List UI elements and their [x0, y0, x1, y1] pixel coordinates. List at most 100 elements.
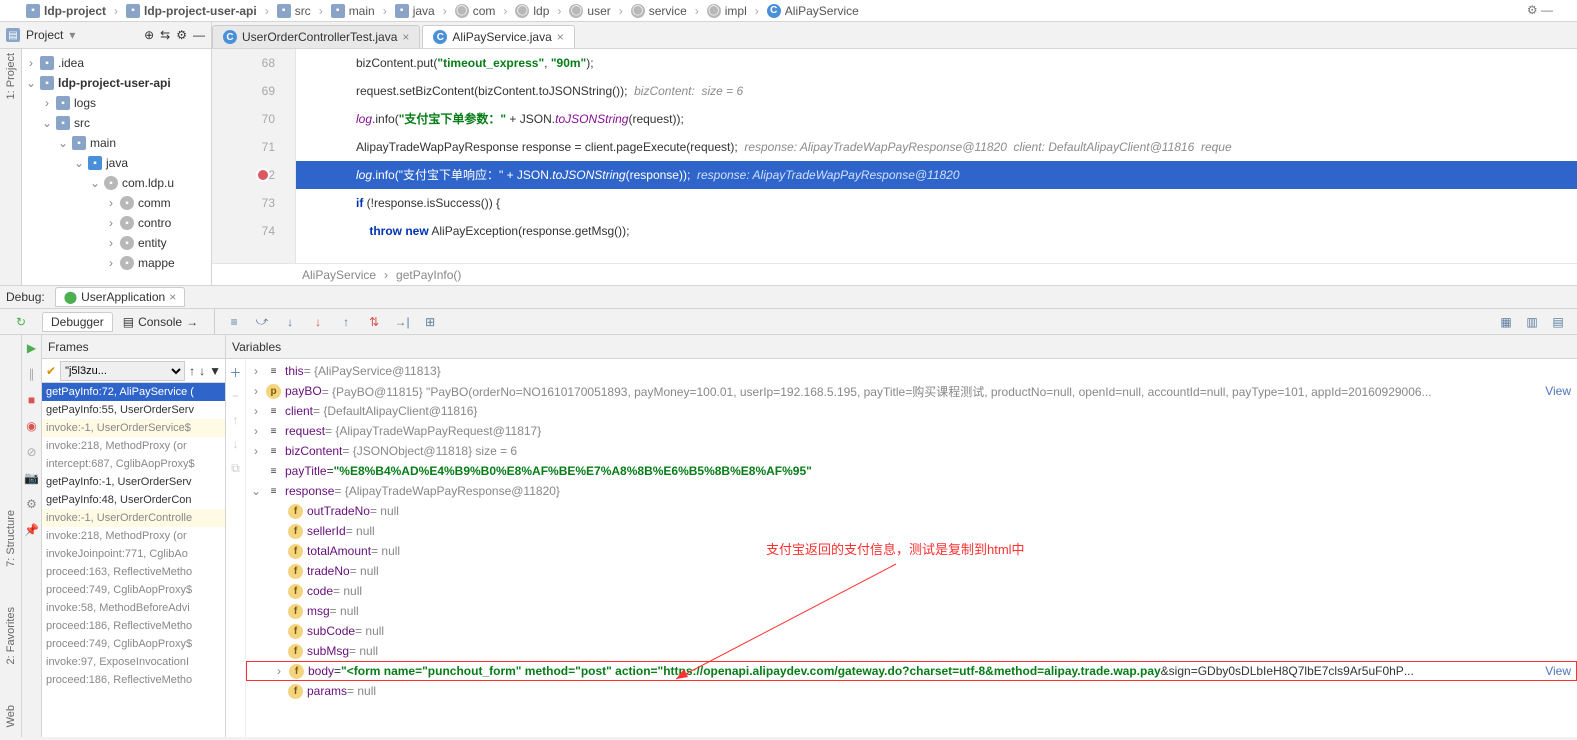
view-link[interactable]: View	[1545, 664, 1571, 678]
mute-icon[interactable]: ⊘	[23, 443, 41, 461]
breadcrumb-item[interactable]: ◯impl	[703, 4, 763, 18]
layout-icon[interactable]: ▤	[1549, 313, 1567, 331]
evaluate-icon[interactable]: ⊞	[421, 313, 439, 331]
sidetab-structure[interactable]: 7: Structure	[5, 510, 17, 567]
stack-frame[interactable]: invoke:58, MethodBeforeAdvi	[42, 599, 225, 617]
breadcrumb-item[interactable]: ◯service	[627, 4, 703, 18]
run-to-cursor-icon[interactable]: →|	[393, 313, 411, 331]
tree-node[interactable]: ›▪mappe	[22, 253, 211, 273]
stack-frame[interactable]: proceed:749, CglibAopProxy$	[42, 581, 225, 599]
breadcrumb-item[interactable]: ◯com	[451, 4, 512, 18]
add-watch-icon[interactable]: ＋	[227, 363, 245, 381]
code-line[interactable]: 69request.setBizContent(bizContent.toJSO…	[212, 77, 1577, 105]
gear-icon[interactable]: ⚙	[176, 28, 187, 42]
stack-frame[interactable]: intercept:687, CglibAopProxy$	[42, 455, 225, 473]
stack-frame[interactable]: proceed:163, ReflectiveMetho	[42, 563, 225, 581]
variable-row[interactable]: ftotalAmount = null	[246, 541, 1577, 561]
breakpoints-icon[interactable]: ◉	[23, 417, 41, 435]
gear-icon[interactable]: ⚙ —	[1527, 3, 1553, 17]
tree-node[interactable]: ⌄▪ldp-project-user-api	[22, 73, 211, 93]
tree-node[interactable]: ⌄▪src	[22, 113, 211, 133]
variable-row[interactable]: ›≡bizContent = {JSONObject@11818} size =…	[246, 441, 1577, 461]
thread-selector[interactable]: ✔ "j5l3zu... ↑ ↓ ▼	[42, 359, 225, 383]
sidetab-project[interactable]: 1: Project	[5, 53, 17, 99]
breadcrumb-item[interactable]: ▪main	[327, 4, 391, 18]
hide-icon[interactable]: —	[193, 28, 205, 42]
tree-node[interactable]: ›▪contro	[22, 213, 211, 233]
code-line[interactable]: 74 throw new AliPayException(response.ge…	[212, 217, 1577, 245]
variable-row[interactable]: fsellerId = null	[246, 521, 1577, 541]
sidetab-favorites[interactable]: 2: Favorites	[5, 607, 17, 664]
show-execution-icon[interactable]: ≡	[225, 313, 243, 331]
debug-config-tab[interactable]: ⬤ UserApplication ×	[55, 287, 186, 307]
stack-frame[interactable]: invoke:-1, UserOrderControlle	[42, 509, 225, 527]
tree-node[interactable]: ⌄▪java	[22, 153, 211, 173]
variable-row[interactable]: ftradeNo = null	[246, 561, 1577, 581]
step-over-icon[interactable]: ⤻	[253, 313, 271, 331]
stack-frame[interactable]: invoke:218, MethodProxy (or	[42, 527, 225, 545]
close-icon[interactable]: ×	[557, 30, 564, 44]
code-line[interactable]: 72log.info("支付宝下单响应：" + JSON.toJSONStrin…	[212, 161, 1577, 189]
stack-frame[interactable]: invokeJoinpoint:771, CglibAo	[42, 545, 225, 563]
editor-tab[interactable]: CUserOrderControllerTest.java×	[212, 25, 420, 48]
stack-frame[interactable]: getPayInfo:-1, UserOrderServ	[42, 473, 225, 491]
variable-row[interactable]: fsubCode = null	[246, 621, 1577, 641]
stack-frame[interactable]: proceed:749, CglibAopProxy$	[42, 635, 225, 653]
tree-node[interactable]: ⌄▪main	[22, 133, 211, 153]
stop-icon[interactable]: ■	[23, 391, 41, 409]
stack-frame[interactable]: proceed:186, ReflectiveMetho	[42, 671, 225, 689]
variable-row[interactable]: ›≡client = {DefaultAlipayClient@11816}	[246, 401, 1577, 421]
variable-row[interactable]: ›≡request = {AlipayTradeWapPayRequest@11…	[246, 421, 1577, 441]
console-tab[interactable]: ▤Console→	[115, 313, 206, 331]
thread-dropdown[interactable]: "j5l3zu...	[60, 361, 185, 381]
prev-frame-icon[interactable]: ↑	[189, 364, 195, 378]
tree-node[interactable]: ›▪.idea	[22, 53, 211, 73]
breadcrumb-item[interactable]: ◯user	[565, 4, 626, 18]
variable-row[interactable]: fparams = null	[246, 681, 1577, 701]
variable-row[interactable]: ›ppayBO = {PayBO@11815} "PayBO(orderNo=N…	[246, 381, 1577, 401]
code-line[interactable]: 68bizContent.put("timeout_express", "90m…	[212, 49, 1577, 77]
step-out-icon[interactable]: ↑	[337, 313, 355, 331]
up-icon[interactable]: ↑	[227, 411, 245, 429]
view-link[interactable]: View	[1545, 384, 1571, 398]
stack-frame[interactable]: getPayInfo:55, UserOrderServ	[42, 401, 225, 419]
camera-icon[interactable]: 📷	[23, 469, 41, 487]
filter-icon[interactable]: ▼	[209, 364, 221, 378]
project-tool-header[interactable]: ▤ Project ▾ ⊕ ⇆ ⚙ —	[0, 22, 212, 48]
stack-frame[interactable]: getPayInfo:72, AliPayService (	[42, 383, 225, 401]
stack-frame[interactable]: invoke:-1, UserOrderService$	[42, 419, 225, 437]
force-step-icon[interactable]: ↓	[309, 313, 327, 331]
settings-icon[interactable]: ⚙	[23, 495, 41, 513]
stack-frame[interactable]: proceed:186, ReflectiveMetho	[42, 617, 225, 635]
variable-row[interactable]: fmsg = null	[246, 601, 1577, 621]
rerun-icon[interactable]: ↻	[12, 313, 30, 331]
pin-icon[interactable]: 📌	[23, 521, 41, 539]
breadcrumb-item[interactable]: ▪ldp-project	[22, 4, 122, 18]
breadcrumb-item[interactable]: ▪java	[391, 4, 451, 18]
stack-frame[interactable]: getPayInfo:48, UserOrderCon	[42, 491, 225, 509]
debugger-tab[interactable]: Debugger	[42, 312, 113, 332]
tree-node[interactable]: ›▪entity	[22, 233, 211, 253]
layout-icon[interactable]: ▦	[1497, 313, 1515, 331]
stack-frame[interactable]: invoke:218, MethodProxy (or	[42, 437, 225, 455]
tree-node[interactable]: ›▪comm	[22, 193, 211, 213]
collapse-icon[interactable]: ⇆	[160, 28, 170, 42]
code-line[interactable]	[212, 245, 1577, 263]
variable-row[interactable]: ≡payTitle = "%E8%B4%AD%E4%B9%B0%E8%AF%BE…	[246, 461, 1577, 481]
code-line[interactable]: 73if (!response.isSuccess()) {	[212, 189, 1577, 217]
variable-row[interactable]: fsubMsg = null	[246, 641, 1577, 661]
step-into-icon[interactable]: ↓	[281, 313, 299, 331]
code-line[interactable]: 70log.info("支付宝下单参数：" + JSON.toJSONStrin…	[212, 105, 1577, 133]
close-icon[interactable]: ×	[402, 30, 409, 44]
close-icon[interactable]: ×	[169, 290, 176, 304]
code-editor[interactable]: 68bizContent.put("timeout_express", "90m…	[212, 49, 1577, 285]
pause-icon[interactable]: ∥	[23, 365, 41, 383]
breakpoint-icon[interactable]	[256, 168, 270, 182]
next-frame-icon[interactable]: ↓	[199, 364, 205, 378]
drop-frame-icon[interactable]: ⇅	[365, 313, 383, 331]
breadcrumb-item[interactable]: ▪src	[273, 4, 327, 18]
copy-icon[interactable]: ⧉	[227, 459, 245, 477]
stack-frame[interactable]: invoke:97, ExposeInvocationI	[42, 653, 225, 671]
remove-watch-icon[interactable]: −	[227, 387, 245, 405]
down-icon[interactable]: ↓	[227, 435, 245, 453]
